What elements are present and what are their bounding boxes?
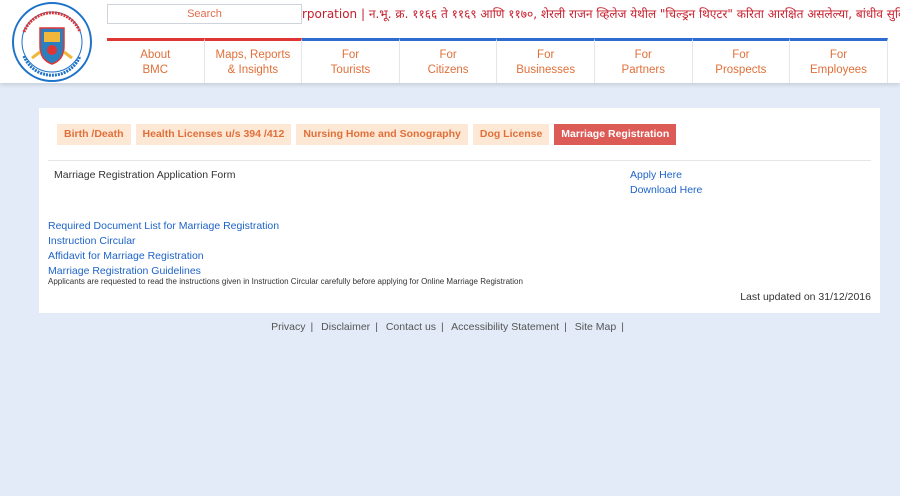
nav-for-tourists[interactable]: For Tourists xyxy=(302,38,400,83)
site-header: rporation | न.भू. क्र. ११६६ ते ११६९ आणि … xyxy=(0,0,900,83)
apply-here-link[interactable]: Apply Here xyxy=(630,169,682,181)
search-input[interactable] xyxy=(107,4,302,24)
instruction-circular-link[interactable]: Instruction Circular xyxy=(48,234,279,249)
nav-label-line2: Businesses xyxy=(516,64,576,76)
document-links: Required Document List for Marriage Regi… xyxy=(48,219,279,279)
application-form-label: Marriage Registration Application Form xyxy=(54,169,236,181)
nav-label-line1: Maps, Reports xyxy=(215,49,291,61)
nav-label-line2: Partners xyxy=(621,64,665,76)
content-panel: Birth /Death Health Licenses u/s 394 /41… xyxy=(39,108,880,313)
tab-marriage-registration[interactable]: Marriage Registration xyxy=(554,124,677,145)
tab-dog-license[interactable]: Dog License xyxy=(472,124,550,145)
download-here-link[interactable]: Download Here xyxy=(630,184,702,196)
nav-label-line2: Citizens xyxy=(427,64,469,76)
footer-separator: | xyxy=(621,321,624,333)
footer-links: Privacy | Disclaimer | Contact us | Accessi… xyxy=(0,321,900,333)
footer-privacy-link[interactable]: Privacy xyxy=(271,321,305,333)
divider xyxy=(48,160,871,161)
nav-label-line1: For xyxy=(634,49,652,61)
bmc-emblem-icon[interactable] xyxy=(10,2,94,82)
nav-for-citizens[interactable]: For Citizens xyxy=(399,38,498,83)
footer-separator: | xyxy=(310,321,314,333)
required-documents-link[interactable]: Required Document List for Marriage Regi… xyxy=(48,219,279,234)
affidavit-link[interactable]: Affidavit for Marriage Registration xyxy=(48,249,279,264)
nav-for-partners[interactable]: For Partners xyxy=(594,38,693,83)
nav-label-line2: BMC xyxy=(142,64,169,76)
nav-about-bmc[interactable]: About BMC xyxy=(107,38,205,83)
nav-label-line2: Employees xyxy=(810,64,867,76)
news-ticker[interactable]: rporation | न.भू. क्र. ११६६ ते ११६९ आणि … xyxy=(302,4,900,24)
footer-separator: | xyxy=(375,321,378,333)
footer-accessibility-link[interactable]: Accessibility Statement xyxy=(451,321,559,333)
nav-for-prospects[interactable]: For Prospects xyxy=(692,38,791,83)
nav-maps-reports[interactable]: Maps, Reports & Insights xyxy=(204,38,303,83)
main-navigation: About BMC Maps, Reports & Insights For Tour… xyxy=(107,38,900,83)
footer-disclaimer-link[interactable]: Disclaimer xyxy=(321,321,370,333)
footer-contact-link[interactable]: Contact us xyxy=(386,321,436,333)
nav-label-line1: For xyxy=(439,49,457,61)
nav-label-line2: & Insights xyxy=(227,64,279,76)
tab-health-licenses[interactable]: Health Licenses u/s 394 /412 xyxy=(135,124,292,145)
nav-label-line2: Tourists xyxy=(330,64,371,76)
tab-birth-death[interactable]: Birth /Death xyxy=(57,124,131,145)
nav-for-businesses[interactable]: For Businesses xyxy=(497,38,595,83)
nav-for-employees[interactable]: For Employees xyxy=(790,38,888,83)
footer-separator: | xyxy=(564,321,567,333)
nav-label-line1: For xyxy=(829,49,848,61)
nav-label-line1: For xyxy=(537,49,555,61)
nav-label-line1: About xyxy=(140,49,171,61)
tab-nursing-home[interactable]: Nursing Home and Sonography xyxy=(296,124,468,145)
nav-label-line1: For xyxy=(341,49,360,61)
nav-label-line1: For xyxy=(732,49,750,61)
service-tabs: Birth /Death Health Licenses u/s 394 /41… xyxy=(57,124,681,145)
footer-sitemap-link[interactable]: Site Map xyxy=(575,321,616,333)
last-updated: Last updated on 31/12/2016 xyxy=(740,291,871,303)
footer-separator: | xyxy=(441,321,444,333)
applicant-note: Applicants are requested to read the ins… xyxy=(48,277,523,286)
nav-label-line2: Prospects xyxy=(715,64,767,76)
